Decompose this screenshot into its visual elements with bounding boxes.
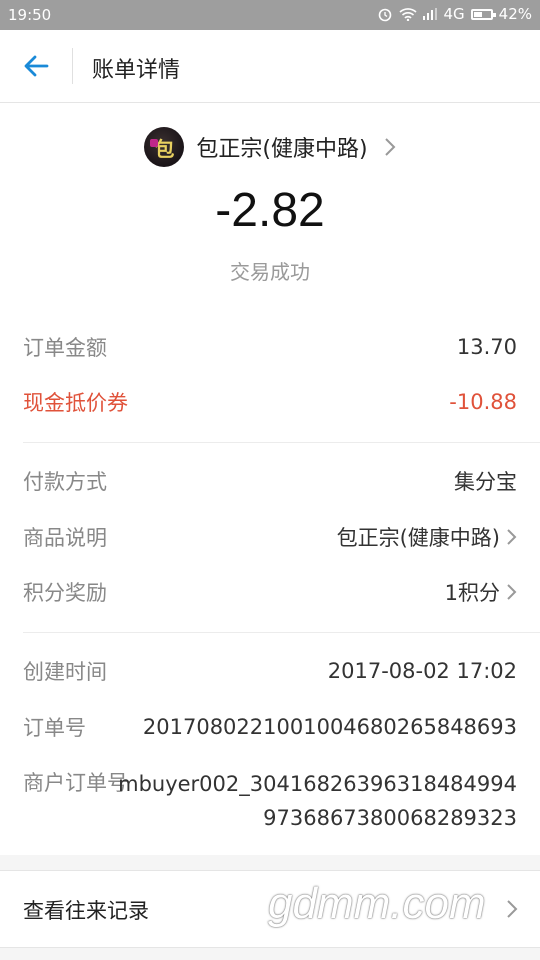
points-value-wrap: 1积分: [445, 577, 517, 607]
product-value: 包正宗(健康中路): [336, 526, 500, 550]
status-bar: 19:50 4G 42%: [0, 0, 540, 30]
points-label: 积分奖励: [23, 581, 107, 605]
coupon-row: 现金抵价券 -10.88: [23, 382, 517, 422]
merchant-link[interactable]: 包 包正宗(健康中路): [0, 123, 540, 171]
merchant-order-row: 商户订单号 mbuyer002_3041682639631848499​4 97…: [23, 767, 517, 837]
view-history-row[interactable]: 查看往来记录 gdmm.com: [0, 870, 540, 948]
order-amount-label: 订单金额: [23, 336, 107, 360]
coupon-value: -10.88: [449, 390, 517, 414]
product-value-wrap: 包正宗(健康中路): [337, 522, 517, 552]
order-amount-value: 13.70: [456, 335, 517, 359]
order-amount-row: 订单金额 13.70: [23, 327, 517, 367]
view-history-label: 查看往来记录: [23, 899, 149, 923]
signal-icon: [423, 8, 438, 20]
status-icons: 4G 42%: [377, 5, 532, 23]
transaction-amount: -2.82: [215, 184, 325, 237]
battery-percent: 42%: [498, 5, 532, 23]
payment-method-row: 付款方式 集分宝: [23, 461, 517, 501]
payment-method-value: 集分宝: [454, 470, 517, 494]
transaction-status: 交易成功: [230, 260, 310, 284]
points-value: 1积分: [444, 581, 500, 605]
order-number-value: 2017080221001004680265848693: [142, 715, 517, 739]
battery-icon: [470, 8, 496, 20]
merchant-avatar: 包: [144, 127, 185, 167]
back-arrow-icon: [24, 55, 49, 77]
merchant-order-label: 商户订单号: [23, 771, 128, 795]
bill-detail-card: 包 包正宗(健康中路) -2.82 交易成功 订单金额 13.70 现金抵价券 …: [0, 103, 540, 855]
chevron-right-icon: [507, 529, 517, 545]
merchant-name: 包正宗(健康中路): [196, 137, 368, 162]
back-button[interactable]: [18, 48, 54, 84]
divider: [23, 442, 540, 443]
status-time: 19:50: [8, 6, 52, 24]
chevron-right-icon: [384, 138, 395, 156]
merchant-order-line2: 9736867380068289323: [263, 806, 517, 830]
wifi-icon: [399, 7, 418, 21]
created-time-row: 创建时间 2017-08-02 17:02: [23, 651, 517, 691]
payment-method-label: 付款方式: [23, 470, 107, 494]
product-row[interactable]: 商品说明 包正宗(健康中路): [23, 517, 517, 557]
product-label: 商品说明: [23, 526, 107, 550]
chevron-right-icon: [507, 584, 517, 600]
coupon-label: 现金抵价券: [23, 391, 128, 415]
created-time-label: 创建时间: [23, 660, 107, 684]
order-number-row: 订单号 2017080221001004680265848693: [23, 707, 517, 747]
merchant-order-line1: mbuyer002_3041682639631848499​4: [118, 772, 517, 796]
header-divider: [72, 48, 73, 84]
alarm-icon: [377, 6, 393, 22]
order-number-label: 订单号: [23, 716, 86, 740]
watermark: gdmm.com: [268, 879, 486, 928]
divider: [23, 632, 540, 633]
created-time-value: 2017-08-02 17:02: [327, 659, 517, 683]
network-type: 4G: [443, 5, 465, 23]
chevron-right-icon: [507, 900, 518, 918]
points-row[interactable]: 积分奖励 1积分: [23, 572, 517, 612]
app-header: 账单详情: [0, 30, 540, 103]
merchant-order-value: mbuyer002_3041682639631848499​4 97368673…: [118, 767, 517, 835]
page-title: 账单详情: [92, 58, 181, 83]
